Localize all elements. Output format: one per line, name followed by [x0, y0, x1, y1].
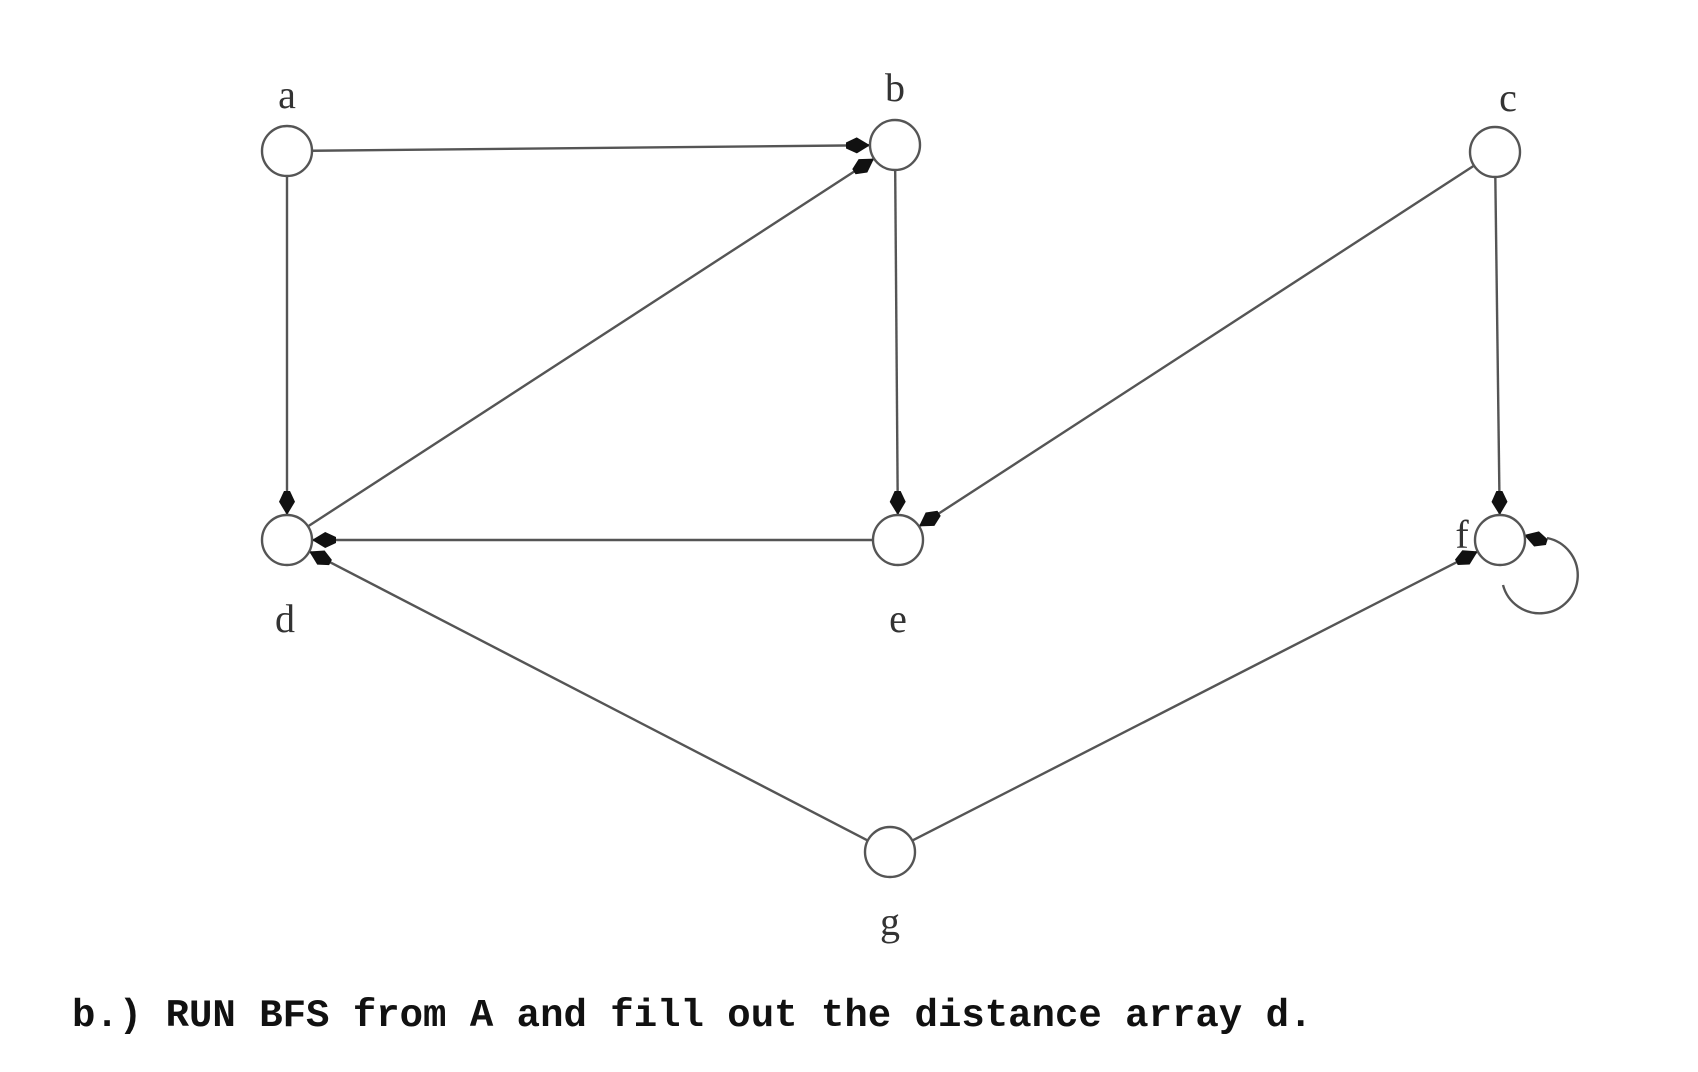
node-label-b: b [885, 65, 905, 110]
node-a [260, 124, 314, 178]
question-text: b.) RUN BFS from A and fill out the dist… [72, 994, 1313, 1038]
edge-g-to-d [308, 550, 869, 842]
arrowhead-a-to-d [279, 491, 295, 515]
edge-a-to-b [311, 144, 871, 152]
node-g [863, 825, 917, 879]
node-f [1473, 513, 1527, 567]
edge-d-to-b [307, 157, 875, 528]
node-d [260, 513, 314, 567]
node-label-e: e [889, 596, 907, 641]
arrowhead-a-to-b [845, 137, 871, 154]
edge-b-to-e [893, 169, 900, 516]
node-e [871, 513, 925, 567]
edge-g-to-f [911, 550, 1479, 842]
arrowhead-d-to-b [852, 158, 875, 175]
graph-diagram: a b c d e f g [260, 65, 1579, 944]
edge-c-to-e [918, 164, 1475, 528]
node-label-g: g [880, 899, 900, 944]
node-label-a: a [278, 72, 296, 117]
arrowhead-c-to-e [918, 510, 941, 527]
edges-layer [285, 144, 1579, 842]
arrowhead-f-to-f [1524, 531, 1548, 547]
node-c [1468, 125, 1522, 179]
arrowhead-b-to-e [889, 490, 906, 516]
node-label-f: f [1455, 512, 1469, 557]
node-label-d: d [275, 596, 295, 641]
node-label-c: c [1499, 75, 1517, 120]
arrowhead-g-to-d [309, 550, 332, 566]
node-b [868, 118, 922, 172]
arrowhead-c-to-f [1491, 490, 1508, 516]
edge-c-to-f [1494, 176, 1501, 516]
arrowheads-layer [279, 137, 1548, 566]
arrowhead-e-to-d [312, 532, 336, 548]
